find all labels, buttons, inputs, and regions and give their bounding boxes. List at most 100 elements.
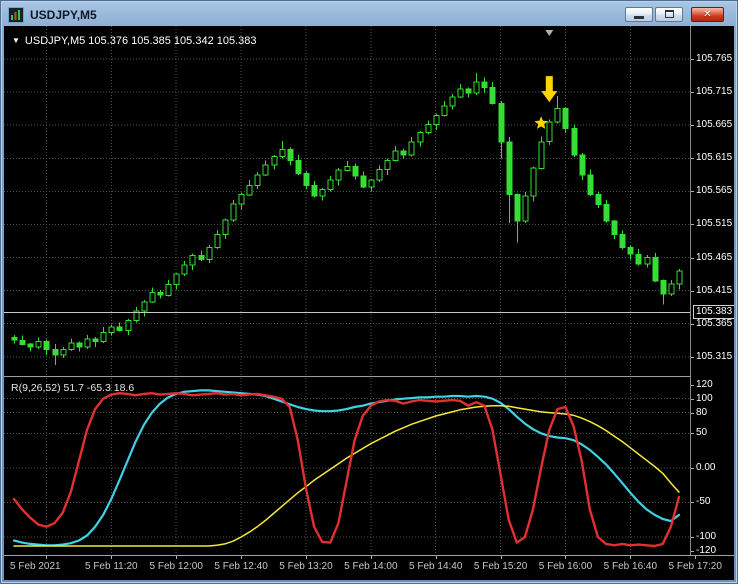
- candle-body: [562, 108, 569, 129]
- time-tick-mark: [241, 556, 242, 559]
- candle-body: [68, 342, 75, 350]
- close-button[interactable]: ✕: [691, 7, 724, 22]
- chart-client-area: ▼ USDJPY,M5 105.376 105.385 105.342 105.3…: [4, 26, 734, 580]
- candle-body: [327, 179, 334, 190]
- price-tick-mark: [691, 324, 694, 325]
- minimize-icon: [634, 16, 644, 19]
- window-title: USDJPY,M5: [30, 8, 97, 22]
- indicator-tick-mark: [691, 537, 694, 538]
- time-tick-mark: [565, 556, 566, 559]
- candle-body: [295, 159, 302, 175]
- candle-body: [676, 270, 683, 285]
- candle-body: [35, 341, 42, 348]
- symbol-dropdown-icon[interactable]: ▼: [12, 36, 20, 45]
- price-tick-mark: [691, 191, 694, 192]
- indicator-tick-label: 120: [696, 378, 713, 390]
- candle-body: [595, 194, 602, 206]
- price-tick-label: 105.415: [696, 284, 733, 296]
- time-axis-label: 5 Feb 12:40: [214, 561, 268, 572]
- time-axis[interactable]: 5 Feb 2021 5 Feb 11:20 5 Feb 12:00 5 Feb 12…: [4, 556, 734, 580]
- time-tick-mark: [630, 556, 631, 559]
- candle-body: [481, 81, 488, 89]
- time-tick-mark: [501, 556, 502, 559]
- price-tick-mark: [691, 291, 694, 292]
- chart-info: ▼ USDJPY,M5 105.376 105.385 105.342 105.3…: [12, 35, 257, 47]
- price-axis[interactable]: 105.765 105.715 105.665 105.615 105.565 105.5…: [690, 26, 734, 556]
- candle-body: [506, 141, 513, 196]
- minimize-button[interactable]: [625, 7, 653, 22]
- price-tick-mark: [691, 357, 694, 358]
- candle-body: [19, 339, 26, 345]
- candle-body: [189, 255, 196, 266]
- time-tick-mark: [436, 556, 437, 559]
- candle-body: [165, 284, 172, 296]
- candle-body: [498, 102, 505, 143]
- candle-body: [619, 233, 626, 249]
- candle-body: [400, 150, 407, 156]
- ohlc-readout: USDJPY,M5 105.376 105.385 105.342 105.38…: [24, 35, 257, 47]
- price-tick-label: 105.615: [696, 152, 733, 164]
- candle-body: [76, 342, 83, 348]
- candle-body: [514, 194, 521, 222]
- grid-layer: [4, 26, 690, 376]
- candle-body: [368, 179, 375, 188]
- chart-shift-marker[interactable]: [545, 30, 554, 36]
- candle-body: [644, 257, 651, 265]
- candle-body: [206, 247, 213, 261]
- time-axis-label: 5 Feb 16:40: [603, 561, 658, 572]
- candle-body: [417, 132, 424, 143]
- price-tick-label: 105.315: [696, 350, 733, 362]
- candle-body: [230, 203, 237, 221]
- candle-body: [352, 165, 359, 177]
- candle-body: [222, 219, 229, 235]
- candle-body: [303, 173, 310, 186]
- line-red: [12, 391, 681, 548]
- candle-body: [141, 301, 148, 312]
- time-tick-mark: [46, 556, 47, 559]
- candle-body: [652, 257, 659, 282]
- mt4-chart-window: USDJPY,M5 ✕ ▼ USDJPY,M5 105.376 105.385 1…: [0, 0, 738, 584]
- maximize-button[interactable]: [655, 7, 683, 22]
- candle-body: [668, 283, 675, 295]
- sell-arrow-icon[interactable]: [541, 76, 558, 103]
- price-tick-mark: [691, 92, 694, 93]
- candle-body: [360, 175, 367, 188]
- candle-body: [319, 188, 326, 197]
- indicator-tick-mark: [691, 399, 694, 400]
- price-chart-pane[interactable]: ▼ USDJPY,M5 105.376 105.385 105.342 105.3…: [4, 26, 690, 376]
- indicator-tick-mark: [691, 502, 694, 503]
- candles-layer: [11, 73, 683, 365]
- candle-body: [376, 169, 383, 181]
- candle-body: [254, 174, 261, 186]
- candle-body: [433, 114, 440, 126]
- candle-body: [392, 150, 399, 161]
- candle-body: [149, 292, 156, 303]
- price-tick-label: 105.365: [696, 317, 733, 329]
- candle-body: [100, 331, 107, 343]
- indicator-pane[interactable]: R(9,26,52) 51.7 -65.3 18.6: [4, 378, 690, 555]
- price-tick-label: 105.465: [696, 251, 733, 263]
- indicator-grid-layer: [4, 378, 690, 555]
- candle-body: [344, 165, 351, 171]
- chart-objects-layer[interactable]: [534, 30, 558, 129]
- indicator-tick-mark: [691, 433, 694, 434]
- indicator-tick-mark: [691, 385, 694, 386]
- candle-body: [238, 194, 245, 205]
- candle-body: [84, 338, 91, 348]
- price-tick-label: 105.715: [696, 86, 733, 98]
- price-tick-label: 105.665: [696, 119, 733, 131]
- price-tick-mark: [691, 125, 694, 126]
- candle-body: [538, 141, 545, 169]
- candle-body: [546, 121, 553, 143]
- star-icon[interactable]: [534, 116, 548, 129]
- candle-body: [214, 233, 221, 249]
- titlebar[interactable]: USDJPY,M5 ✕: [4, 4, 734, 26]
- candle-body: [627, 247, 634, 255]
- price-tick-label: 105.765: [696, 53, 733, 65]
- candle-body: [27, 343, 34, 348]
- time-axis-label: 5 Feb 12:00: [149, 561, 203, 572]
- time-tick-mark: [111, 556, 112, 559]
- indicator-tick-label: -50: [696, 496, 711, 508]
- price-tick-label: 105.515: [696, 218, 733, 230]
- price-tick-mark: [691, 258, 694, 259]
